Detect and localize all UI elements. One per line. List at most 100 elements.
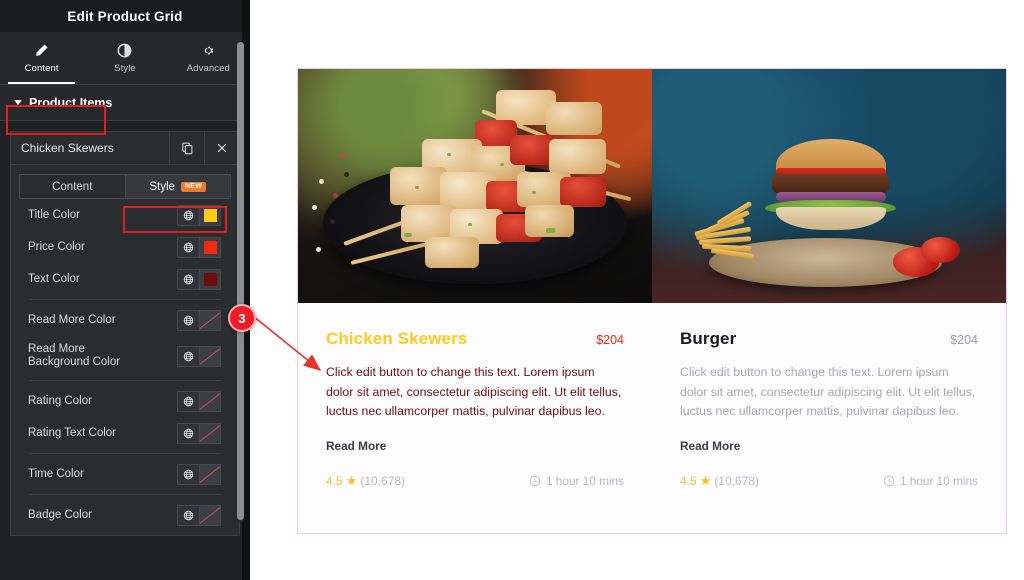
tab-content-label: Content [24,62,59,74]
time-color-picker[interactable] [177,463,221,485]
new-badge: NEW [180,181,207,192]
badge-color-swatch[interactable] [199,504,221,526]
section-product-items[interactable]: Product Items [0,85,250,121]
rating-count: (10,678) [714,473,760,488]
patty [772,174,890,194]
product-card-2-meta: 4.5 ★ (10,678) 1 hour 10 mins [680,473,978,489]
read-more-color-swatch[interactable] [199,309,221,331]
control-rating-text-color-label: Rating Text Color [28,426,116,439]
clock-icon [883,475,895,486]
control-text-color: Text Color [19,263,231,295]
product-image-burger [652,69,1006,303]
repeater-item-header[interactable]: Chicken Skewers [10,131,240,165]
product-card-2-body: Burger $204 Click edit button to change … [652,303,1006,489]
control-title-color: Title Color [19,199,231,231]
price-color-swatch[interactable] [199,236,221,258]
tab-style-label: Style [114,62,136,74]
product-card-1-meta: 4.5 ★ (10,678) 1 hour 10 mins [326,473,624,489]
globe-icon[interactable] [177,463,199,485]
annotation-step-badge: 3 [228,304,256,332]
star-icon: ★ [699,472,712,488]
tab-style[interactable]: Style [83,32,166,84]
title-color-picker[interactable] [177,204,221,226]
product-card-1[interactable]: Chicken Skewers $204 Click edit button t… [298,69,652,533]
product-card-2-title-row: Burger $204 [680,329,978,349]
product-card-1-body: Chicken Skewers $204 Click edit button t… [298,303,652,489]
divider [29,453,221,454]
product-card-2[interactable]: Burger $204 Click edit button to change … [652,69,1006,533]
pencil-icon [36,44,48,56]
control-rating-color: Rating Color [19,385,231,417]
time-color-swatch[interactable] [199,463,221,485]
read-more-bg-color-swatch[interactable] [199,345,221,367]
product-price: $204 [596,333,624,347]
control-badge-color-label: Badge Color [28,508,92,521]
product-time-label: 1 hour 10 mins [545,473,624,488]
repeater-item-title: Chicken Skewers [21,141,114,155]
editor-canvas: Chicken Skewers $204 Click edit button t… [250,0,1024,580]
read-more-color-picker[interactable] [177,309,221,331]
repeater-item-body: Content Style NEW Title Color Price Colo… [10,165,240,536]
globe-icon[interactable] [177,309,199,331]
product-time: 1 hour 10 mins [529,474,624,488]
remove-item-button[interactable] [204,132,239,164]
rating-value: 4.5 [680,473,697,488]
read-more-link[interactable]: Read More [680,439,978,453]
product-card-1-title-row: Chicken Skewers $204 [326,329,624,349]
product-rating: 4.5 ★ (10,678) [326,473,405,489]
color-chip [203,240,217,254]
globe-icon[interactable] [177,345,199,367]
item-tab-style[interactable]: Style NEW [124,175,230,198]
product-time: 1 hour 10 mins [883,474,978,488]
chevron-down-icon [14,100,22,105]
product-time-label: 1 hour 10 mins [899,473,978,488]
globe-icon[interactable] [177,268,199,290]
item-tab-content[interactable]: Content [20,175,125,198]
rating-text-color-swatch[interactable] [199,422,221,444]
globe-icon[interactable] [177,236,199,258]
copy-icon [181,142,192,154]
close-icon [217,143,227,153]
product-description: Click edit button to change this text. L… [680,365,976,418]
globe-icon[interactable] [177,390,199,412]
sidebar-scrollbar[interactable] [237,42,244,522]
control-title-color-label: Title Color [28,208,80,221]
color-chip [203,272,217,286]
gear-icon [204,46,214,54]
control-price-color-label: Price Color [28,240,85,253]
duplicate-item-button[interactable] [169,132,204,164]
sidebar-scrollbar-thumb[interactable] [237,42,244,520]
product-description: Click edit button to change this text. L… [326,365,622,418]
product-items-repeater: Chicken Skewers Content Style NEW Title … [0,121,250,536]
control-price-color: Price Color [19,231,231,263]
style-controls-list: Title Color Price Color Text Color Read … [19,199,231,531]
divider [29,380,221,381]
divider [29,299,221,300]
tab-content[interactable]: Content [0,32,83,84]
control-time-color-label: Time Color [28,467,84,480]
badge-color-picker[interactable] [177,504,221,526]
price-color-picker[interactable] [177,236,221,258]
contrast-circle-icon [118,43,132,57]
control-time-color: Time Color [19,458,231,490]
read-more-bg-color-picker[interactable] [177,345,221,367]
rating-color-swatch[interactable] [199,390,221,412]
globe-icon[interactable] [177,204,199,226]
divider [29,494,221,495]
rating-text-color-picker[interactable] [177,422,221,444]
title-color-swatch[interactable] [199,204,221,226]
rating-color-picker[interactable] [177,390,221,412]
text-color-swatch[interactable] [199,268,221,290]
text-color-picker[interactable] [177,268,221,290]
page-title: Edit Product Grid [67,8,183,24]
globe-icon[interactable] [177,422,199,444]
clock-icon [529,475,541,486]
panel-title-bar: Edit Product Grid [0,0,250,32]
item-tab-content-label: Content [52,180,93,193]
star-icon: ★ [345,472,358,488]
read-more-link[interactable]: Read More [326,439,624,453]
rating-count: (10,678) [360,473,406,488]
item-tab-style-label: Style [149,180,175,193]
color-chip [203,208,217,222]
globe-icon[interactable] [177,504,199,526]
